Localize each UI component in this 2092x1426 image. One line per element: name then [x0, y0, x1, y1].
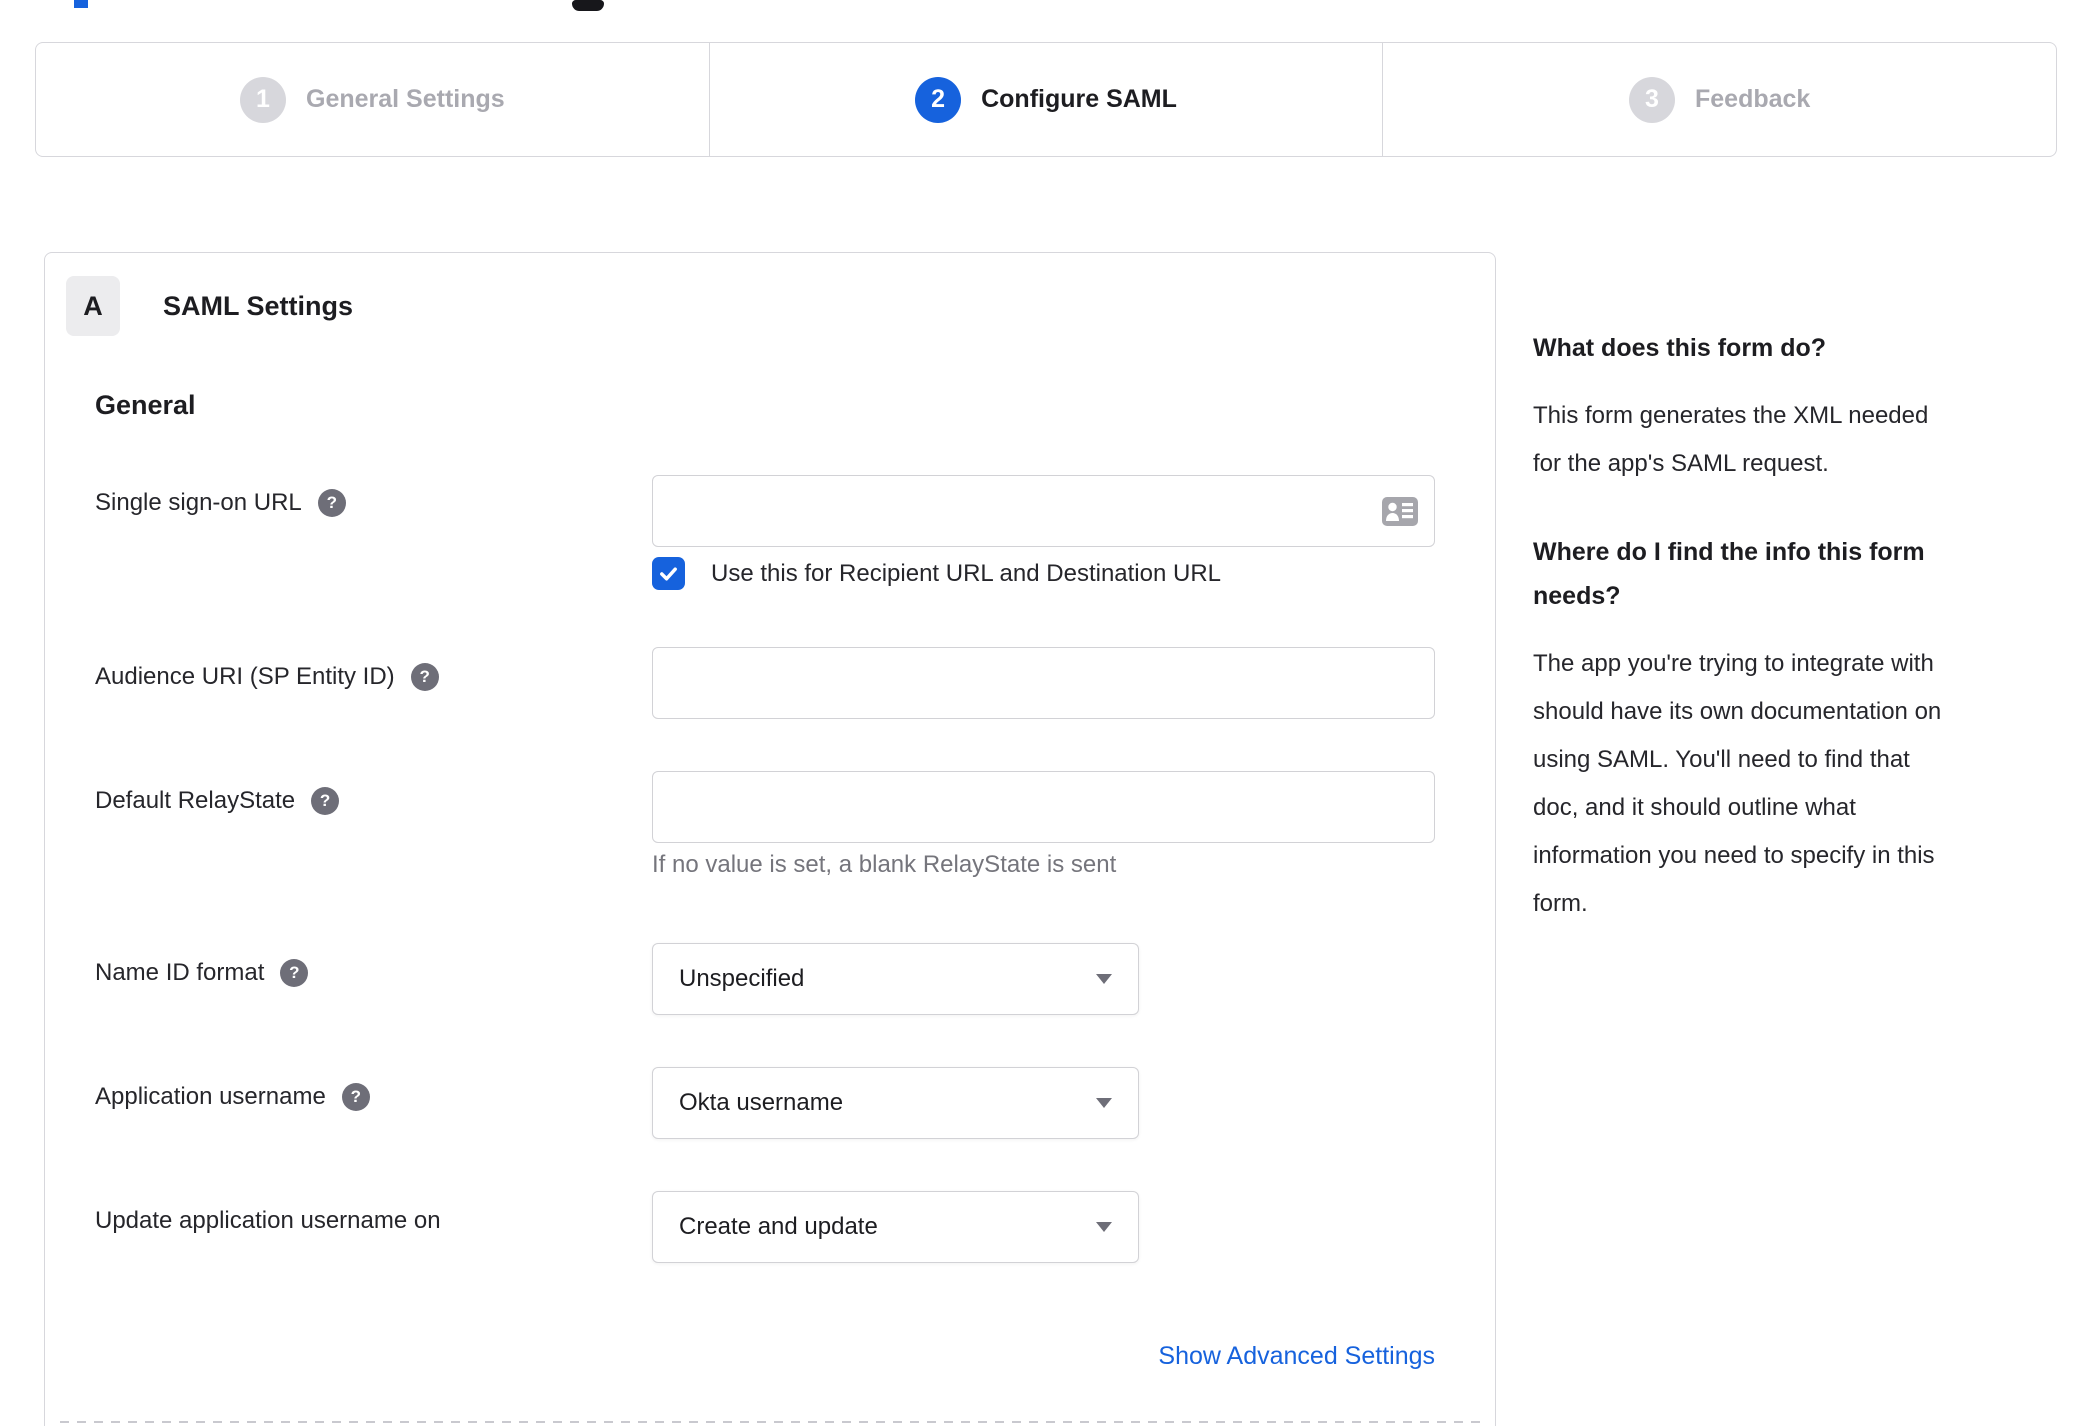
update-username-select[interactable]: Create and update [652, 1191, 1139, 1263]
recipient-url-checkbox[interactable] [652, 557, 685, 590]
name-id-format-label: Name ID format [95, 959, 265, 986]
help-icon[interactable]: ? [410, 663, 439, 691]
step-label: Feedback [1695, 85, 1811, 113]
recipient-url-checkbox-label: Use this for Recipient URL and Destinati… [711, 559, 1222, 587]
wizard-stepper: 1 General Settings 2 Configure SAML 3 Fe… [35, 42, 2057, 157]
clipped-header-icon-fragment [572, 0, 604, 11]
advanced-link-row: Show Advanced Settings [652, 1342, 1435, 1371]
section-a-badge: A [66, 276, 120, 336]
chevron-down-icon [1096, 1222, 1112, 1232]
step-number-badge: 3 [1629, 76, 1675, 123]
default-relaystate-label: Default RelayState [95, 787, 296, 814]
help-body: This form generates the XML needed for t… [1533, 402, 1929, 477]
application-username-value: Okta username [679, 1089, 844, 1116]
single-sign-on-url-label-row: Single sign-on URL ? [95, 486, 346, 520]
help-icon[interactable]: ? [280, 959, 309, 987]
stepper-step-configure-saml[interactable]: 2 Configure SAML [708, 43, 1383, 156]
audience-uri-label: Audience URI (SP Entity ID) [95, 663, 395, 690]
panel-title: SAML Settings [163, 291, 354, 321]
stepper-step-general-settings[interactable]: 1 General Settings [36, 43, 709, 156]
help-sidebar: What does this form do? This form genera… [1533, 326, 2081, 928]
default-relaystate-label-row: Default RelayState ? [95, 784, 340, 818]
application-username-label: Application username [95, 1083, 326, 1110]
single-sign-on-url-input[interactable] [652, 475, 1435, 547]
configure-saml-page: 1 General Settings 2 Configure SAML 3 Fe… [0, 0, 2092, 1426]
recipient-url-checkbox-row: Use this for Recipient URL and Destinati… [652, 557, 1221, 590]
audience-uri-input[interactable] [652, 647, 1435, 719]
name-id-format-value: Unspecified [679, 965, 805, 992]
help-body: The app you're trying to integrate with … [1533, 650, 1942, 917]
help-icon[interactable]: ? [317, 489, 346, 517]
chevron-down-icon [1096, 974, 1112, 984]
default-relaystate-input[interactable] [652, 771, 1435, 843]
checkmark-icon [660, 567, 677, 581]
general-section-heading: General [95, 390, 196, 420]
help-icon[interactable]: ? [341, 1083, 370, 1111]
update-username-label-row: Update application username on [95, 1204, 441, 1238]
chevron-down-icon [1096, 1098, 1112, 1108]
single-sign-on-url-label: Single sign-on URL [95, 489, 302, 516]
step-number-badge: 1 [240, 76, 286, 123]
help-heading: What does this form do? [1533, 334, 1827, 362]
step-label: General Settings [306, 85, 505, 113]
update-username-label: Update application username on [95, 1207, 441, 1234]
clipped-title-fragment [74, 0, 88, 8]
step-label: Configure SAML [981, 85, 1177, 113]
help-section-what: What does this form do? This form genera… [1533, 326, 2081, 488]
show-advanced-settings-link[interactable]: Show Advanced Settings [1158, 1342, 1435, 1370]
application-username-label-row: Application username ? [95, 1080, 370, 1114]
help-heading: Where do I find the info this form needs… [1533, 538, 1925, 610]
section-dashed-divider [60, 1421, 1481, 1423]
application-username-select[interactable]: Okta username [652, 1067, 1139, 1139]
help-icon[interactable]: ? [311, 787, 340, 815]
stepper-step-feedback: 3 Feedback [1382, 43, 2056, 156]
contact-card-icon[interactable] [1381, 496, 1419, 532]
name-id-format-select[interactable]: Unspecified [652, 943, 1139, 1015]
update-username-value: Create and update [679, 1213, 878, 1240]
help-section-where: Where do I find the info this form needs… [1533, 530, 2081, 928]
step-number-badge: 2 [915, 76, 962, 123]
audience-uri-label-row: Audience URI (SP Entity ID) ? [95, 660, 439, 694]
relaystate-helper-text: If no value is set, a blank RelayState i… [652, 851, 1117, 878]
name-id-format-label-row: Name ID format ? [95, 956, 309, 990]
